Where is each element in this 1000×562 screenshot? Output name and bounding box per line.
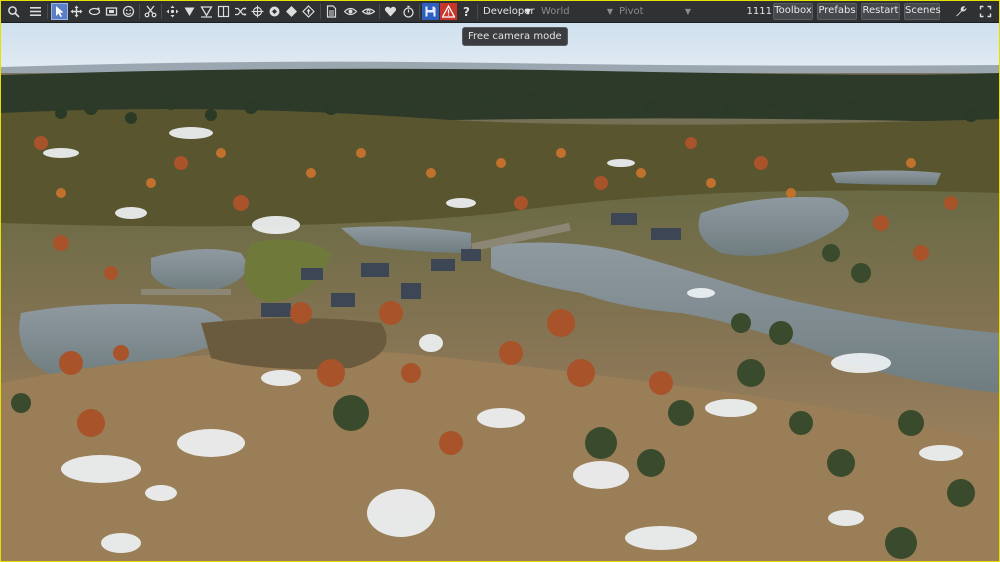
expand-icon[interactable] [977,3,994,20]
restart-button[interactable]: Restart [861,3,900,20]
search-icon[interactable] [5,3,22,20]
move-tool-icon[interactable] [68,3,85,20]
pivot-dropdown-label: Pivot [619,6,644,17]
object-counter: 1111 [746,6,772,17]
cut-scissors-icon[interactable] [142,3,159,20]
profile-dropdown[interactable]: Developer ▼ [479,3,535,20]
editor-toolbar: ? Developer ▼ World ▼ Pivot ▼ 1111 Toolb… [1,1,999,23]
select-cursor-icon[interactable] [51,3,68,20]
toolbox-button[interactable]: Toolbox [773,3,813,20]
scale-tool-icon[interactable] [103,3,120,20]
rotate-tool-icon[interactable] [86,3,103,20]
free-camera-tooltip: Free camera mode [462,27,568,46]
scene-viewport[interactable] [1,23,999,561]
warning-icon[interactable] [440,3,457,20]
chevron-down-icon: ▼ [524,7,531,16]
face-tool-icon[interactable] [120,3,137,20]
scenes-button[interactable]: Scenes [904,3,941,20]
document-icon[interactable] [323,3,340,20]
diamond-icon[interactable] [283,3,300,20]
prefabs-button[interactable]: Prefabs [817,3,857,20]
space-dropdown-label: World [541,6,570,17]
space-dropdown[interactable]: World ▼ [537,3,617,20]
arrow-up-box-icon[interactable] [300,3,317,20]
align-down-icon[interactable] [198,3,215,20]
stopwatch-icon[interactable] [400,3,417,20]
visibility-eye-icon[interactable] [342,3,359,20]
eye-outline-icon[interactable] [360,3,377,20]
gizmo-icon[interactable] [266,3,283,20]
heart-icon[interactable] [382,3,399,20]
snap-move-icon[interactable] [164,3,181,20]
menu-list-icon[interactable] [27,3,44,20]
drop-to-ground-icon[interactable] [181,3,198,20]
chevron-down-icon: ▼ [684,7,691,16]
crosshair-icon[interactable] [249,3,266,20]
pivot-dropdown[interactable]: Pivot ▼ [615,3,695,20]
panel-split-icon[interactable] [215,3,232,20]
save-floppy-icon[interactable] [422,3,439,20]
help-question-icon[interactable]: ? [458,3,475,20]
svg-text:?: ? [463,5,470,18]
editor-window: ? Developer ▼ World ▼ Pivot ▼ 1111 Toolb… [0,0,1000,562]
scene-render [1,23,999,561]
shuffle-icon[interactable] [232,3,249,20]
settings-wrench-icon[interactable] [952,3,969,20]
chevron-down-icon: ▼ [606,7,613,16]
